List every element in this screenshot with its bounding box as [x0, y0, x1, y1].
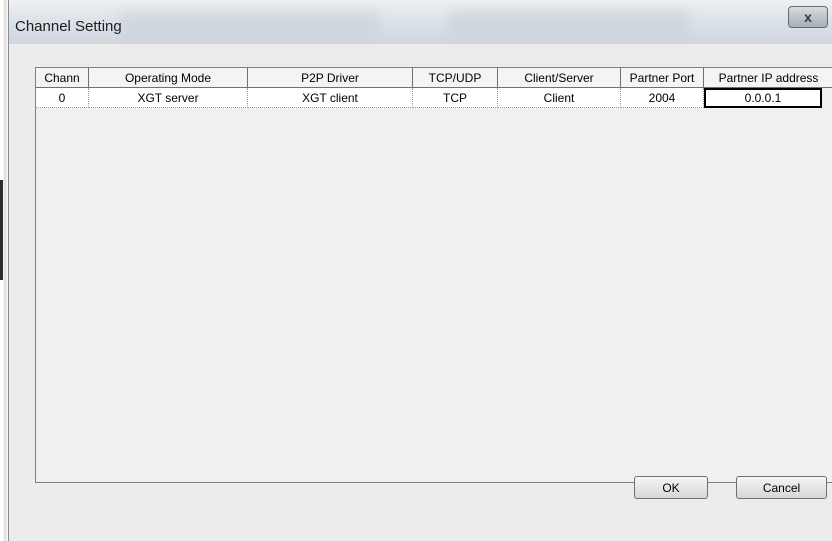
cell-p2p-driver[interactable]: XGT client — [248, 88, 413, 108]
background-window-edge — [0, 0, 8, 541]
title-bar[interactable]: Channel Setting x — [9, 0, 832, 44]
column-header-tcp-udp[interactable]: TCP/UDP — [413, 68, 498, 88]
window-title: Channel Setting — [15, 18, 122, 35]
cell-partner-port[interactable]: 2004 — [621, 88, 704, 108]
dialog-content: Chann Operating Mode P2P Driver TCP/UDP … — [9, 44, 832, 541]
channel-table: Chann Operating Mode P2P Driver TCP/UDP … — [35, 67, 832, 483]
column-header-channel[interactable]: Chann — [36, 68, 89, 88]
cell-channel[interactable]: 0 — [36, 88, 89, 108]
channel-setting-dialog: Channel Setting x Chann Operating Mode P… — [8, 0, 832, 541]
column-header-partner-port[interactable]: Partner Port — [621, 68, 704, 88]
close-button[interactable]: x — [788, 6, 828, 28]
column-header-p2p-driver[interactable]: P2P Driver — [248, 68, 413, 88]
column-header-partner-ip-address[interactable]: Partner IP address — [704, 68, 832, 88]
column-header-operating-mode[interactable]: Operating Mode — [89, 68, 248, 88]
cell-tcp-udp[interactable]: TCP — [413, 88, 498, 108]
cell-operating-mode[interactable]: XGT server — [89, 88, 248, 108]
column-header-client-server[interactable]: Client/Server — [498, 68, 621, 88]
cancel-button[interactable]: Cancel — [736, 476, 827, 499]
close-icon: x — [804, 9, 812, 25]
cell-partner-ip-address[interactable]: 0.0.0.1 — [704, 88, 822, 108]
ok-button[interactable]: OK — [634, 476, 708, 499]
cell-client-server[interactable]: Client — [498, 88, 621, 108]
table-row[interactable]: 0 XGT server XGT client TCP Client 2004 … — [36, 88, 822, 108]
table-header-row: Chann Operating Mode P2P Driver TCP/UDP … — [36, 68, 832, 88]
